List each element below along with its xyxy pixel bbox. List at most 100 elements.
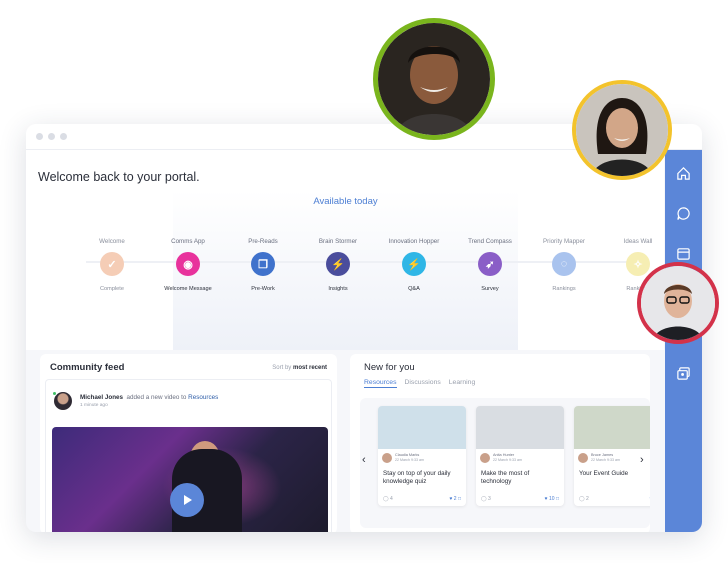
card-date: 22 March 9:33 am [493,458,522,462]
avatar [373,18,495,140]
step-name: Trend Compass [468,238,512,245]
card-author: Bruce James [591,453,614,457]
like-count[interactable]: ♥ 2 □ [449,496,461,502]
card-author: Claudia Marks [395,453,420,457]
comment-count-value: 3 [488,496,491,502]
post-action: added a new video to [126,394,187,401]
new-for-you-tabs: Resources Discussions Learning [364,379,475,388]
step-icon[interactable]: ◌ [552,252,576,276]
avatar [637,262,719,344]
marketing-stage: Welcome back to your portal. Available t… [0,0,728,563]
step-icon[interactable]: ⚡ [326,252,350,276]
step-icon[interactable]: ❐ [251,252,275,276]
card-footer: ◯ 3 ♥ 10 □ [481,496,559,502]
step-name: Welcome [99,238,125,245]
new-for-you: New for you Resources Discussions Learni… [350,354,650,532]
post-target-link[interactable]: Resources [188,394,218,401]
feed-title: Community feed [50,362,125,373]
community-feed: Community feed Sort by most recent Micha… [40,354,337,532]
chevron-left-icon[interactable]: ‹ [362,454,366,466]
avatar [578,453,588,463]
avatar [382,453,392,463]
card-date: 22 March 9:33 am [395,458,424,462]
card-title[interactable]: Your Event Guide [579,470,650,478]
step-icon[interactable]: ✧ [626,252,650,276]
step-label: Insights [328,286,348,292]
available-today-label: Available today [313,196,378,207]
online-indicator [52,391,57,396]
journey-step[interactable]: Pre-Reads ❐ Pre-Work [225,220,301,292]
sort-value[interactable]: most recent [293,365,327,371]
contact-card-icon[interactable] [676,366,691,381]
step-label: Pre-Work [251,286,275,292]
card-image [476,406,564,449]
play-icon [184,495,192,505]
step-label: Welcome Message [164,286,212,292]
like-count-value: 10 [549,496,555,502]
like-count-value: 2 [453,496,457,502]
post-summary: Michael Jones added a new video to Resou… [80,394,218,401]
step-label: Complete [100,286,124,292]
person-photo [378,23,490,135]
journey-step[interactable]: Innovation Hopper ⚡ Q&A [376,220,452,292]
chat-icon[interactable] [676,206,691,221]
step-label: Rankings [552,286,576,292]
step-name: Innovation Hopper [388,238,440,245]
browser-window: Welcome back to your portal. Available t… [26,124,702,532]
window-dot[interactable] [36,133,43,140]
comment-count[interactable]: ◯ 4 [383,496,393,502]
journey-step[interactable]: Welcome ✓ Complete [74,220,150,292]
card-author: Anita Hunter [493,453,515,457]
tab-learning[interactable]: Learning [449,379,475,388]
step-icon[interactable]: ◉ [176,252,200,276]
resource-carousel: ‹ Claudia Marks 22 March 9:33 am Stay on t… [360,398,650,528]
comment-count-value: 2 [586,496,589,502]
comment-count[interactable]: ◯ 3 [481,496,491,502]
journey-step[interactable]: Brain Stormer ⚡ Insights [300,220,376,292]
resource-card[interactable]: Claudia Marks 22 March 9:33 am Stay on top… [378,406,466,506]
step-icon[interactable]: ➶ [478,252,502,276]
step-icon[interactable]: ⚡ [402,252,426,276]
video-player[interactable] [52,427,328,532]
step-name: Brain Stormer [318,238,358,245]
tab-resources[interactable]: Resources [364,379,397,388]
feed-sort[interactable]: Sort by most recent [272,365,327,371]
journey-step[interactable]: Priority Mapper ◌ Rankings [526,220,602,292]
welcome-heading: Welcome back to your portal. [38,170,200,184]
person-photo [641,266,715,340]
step-label: Survey [481,286,499,292]
card-footer: ◯ 4 ♥ 2 □ [383,496,461,502]
card-title[interactable]: Stay on top of your daily knowledge quiz [383,470,463,486]
home-icon[interactable] [676,166,691,181]
play-button[interactable] [170,483,204,517]
step-name: Comms App [171,238,205,245]
portal-header: Welcome back to your portal. Available t… [26,150,664,350]
window-dot[interactable] [60,133,67,140]
tab-discussions[interactable]: Discussions [405,379,441,388]
card-title[interactable]: Make the most of technology [481,470,561,486]
card-footer: ◯ 2♥ □ [579,496,650,502]
journey-step[interactable]: Trend Compass ➶ Survey [452,220,528,292]
comment-count[interactable]: ◯ 2 [579,496,589,502]
comment-count-value: 4 [390,496,393,502]
like-count[interactable]: ♥ 10 □ [545,496,559,502]
step-icon[interactable]: ✓ [100,252,124,276]
avatar [572,80,672,180]
post-author[interactable]: Michael Jones [80,394,123,401]
window-dot[interactable] [48,133,55,140]
step-label: Q&A [408,286,420,292]
sort-prefix: Sort by [272,365,292,371]
resource-card[interactable]: Anita Hunter 22 March 9:33 am Make the mos… [476,406,564,506]
feed-post: Michael Jones added a new video to Resou… [45,379,332,532]
chevron-right-icon[interactable]: › [640,454,644,466]
card-date: 22 March 9:33 am [591,458,620,462]
card-image [378,406,466,449]
avatar [480,453,490,463]
card-image [574,406,650,449]
new-for-you-title: New for you [364,362,415,373]
journey-step[interactable]: Comms App ◉ Welcome Message [150,220,226,292]
calendar-icon[interactable] [676,246,691,261]
resource-card[interactable]: Bruce James 22 March 9:33 am Your Event Gu… [574,406,650,506]
post-time: 1 minute ago [80,403,108,408]
person-photo [576,84,668,176]
